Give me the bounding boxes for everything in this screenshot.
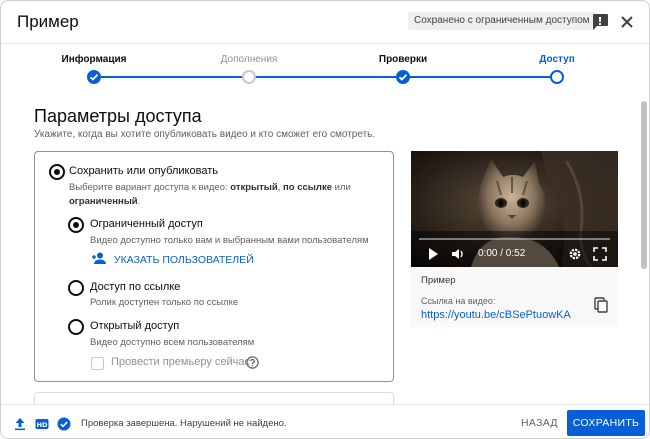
step-label-extras[interactable]: Дополнения <box>221 54 278 65</box>
upload-dialog: Пример Сохранено с ограниченным доступом… <box>0 0 650 439</box>
check-icon <box>89 74 99 81</box>
video-link[interactable]: https://youtu.be/cBSePtuowKA <box>421 309 571 321</box>
premiere-checkbox[interactable] <box>91 357 104 370</box>
copy-icon[interactable] <box>593 297 609 313</box>
stepper-track <box>94 76 557 78</box>
close-icon[interactable] <box>617 12 637 32</box>
video-player[interactable]: 0:00 / 0:52 <box>411 151 618 267</box>
step-dot-access[interactable] <box>550 70 564 84</box>
dialog-header: Пример Сохранено с ограниченным доступом <box>1 1 649 44</box>
step-label-checks[interactable]: Проверки <box>379 54 427 65</box>
step-label-access[interactable]: Доступ <box>539 54 575 65</box>
video-title: Пример <box>421 275 456 286</box>
public-desc: Видео доступно всем пользователям <box>90 337 255 348</box>
add-users-label: УКАЗАТЬ ПОЛЬЗОВАТЕЛЕЙ <box>113 254 254 266</box>
upload-icon[interactable] <box>13 417 27 431</box>
check-status-text: Проверка завершена. Нарушений не найдено… <box>81 418 287 429</box>
settings-icon[interactable] <box>568 247 582 261</box>
play-icon[interactable] <box>427 247 439 261</box>
save-publish-label: Сохранить или опубликовать <box>69 165 218 177</box>
page-subtitle: Укажите, когда вы хотите опубликовать ви… <box>34 129 376 140</box>
video-time: 0:00 / 0:52 <box>478 248 526 259</box>
dialog-title: Пример <box>17 12 79 31</box>
save-button[interactable]: СОХРАНИТЬ <box>567 410 645 436</box>
premiere-label: Провести премьеру сейчас <box>111 356 250 368</box>
radio-unlisted[interactable] <box>68 280 84 296</box>
radio-restricted[interactable] <box>68 217 84 233</box>
check-icon <box>398 74 408 81</box>
add-users-button[interactable]: УКАЗАТЬ ПОЛЬЗОВАТЕЛЕЙ <box>91 252 254 266</box>
video-link-label: Ссылка на видео: <box>421 296 496 306</box>
step-label-info[interactable]: Информация <box>62 54 127 65</box>
step-dot-extras[interactable] <box>242 70 256 84</box>
dialog-footer: HD Проверка завершена. Нарушений не найд… <box>1 404 649 438</box>
save-publish-radio[interactable] <box>49 164 65 180</box>
restricted-desc: Видео доступно только вам и выбранным ва… <box>90 235 369 246</box>
unlisted-label[interactable]: Доступ по ссылке <box>90 281 180 293</box>
volume-icon[interactable] <box>451 247 467 261</box>
back-button[interactable]: НАЗАД <box>521 417 558 429</box>
feedback-icon[interactable] <box>590 12 610 32</box>
public-label[interactable]: Открытый доступ <box>90 320 179 332</box>
svg-text:HD: HD <box>37 421 48 429</box>
help-icon[interactable] <box>246 356 259 369</box>
step-dot-checks[interactable] <box>396 70 410 84</box>
check-circle-icon[interactable] <box>57 417 71 431</box>
add-person-icon <box>91 252 107 268</box>
scrollbar[interactable] <box>641 101 647 269</box>
step-dot-info[interactable] <box>87 70 101 84</box>
fullscreen-icon[interactable] <box>593 247 607 261</box>
restricted-label[interactable]: Ограниченный доступ <box>90 218 203 230</box>
saved-status-badge: Сохранено с ограниченным доступом <box>408 12 596 30</box>
page-title: Параметры доступа <box>34 106 202 126</box>
unlisted-desc: Ролик доступен только по ссылке <box>90 297 239 308</box>
save-publish-desc: Выберите вариант доступа к видео: открыт… <box>69 182 351 207</box>
hd-icon[interactable]: HD <box>35 417 49 431</box>
radio-public[interactable] <box>68 319 84 335</box>
video-preview-card: 0:00 / 0:52 Пример Ссылка на видео: http… <box>411 151 618 327</box>
